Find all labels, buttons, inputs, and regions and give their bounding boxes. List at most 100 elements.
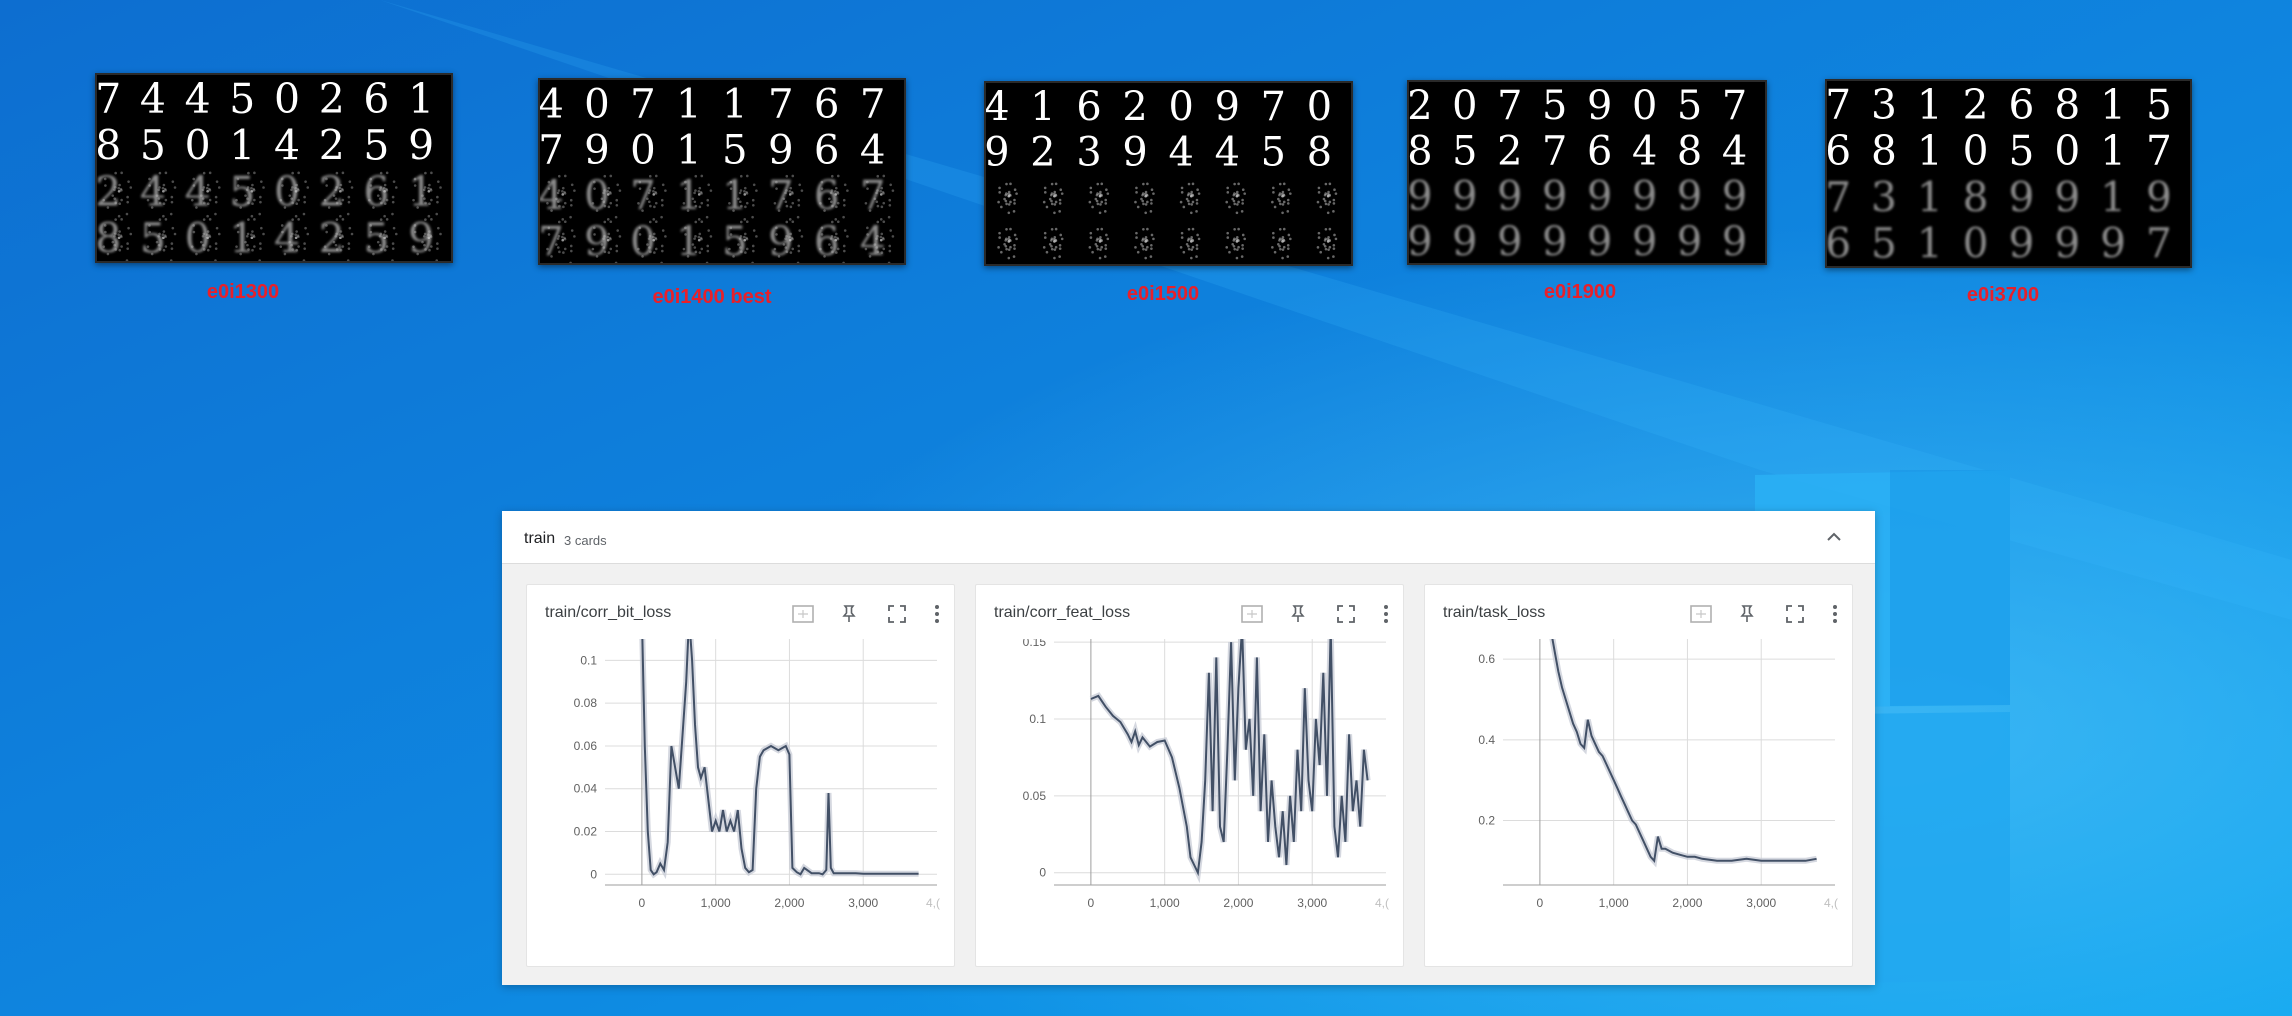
x-tick-label: 4,( bbox=[926, 896, 940, 910]
digit-row: 73189919 bbox=[1827, 173, 2190, 221]
more-vert-icon[interactable] bbox=[924, 601, 950, 627]
y-tick-label: 0.05 bbox=[1023, 789, 1047, 803]
x-tick-label: 3,000 bbox=[848, 896, 878, 910]
pin-icon[interactable] bbox=[1285, 601, 1311, 627]
more-vert-icon[interactable] bbox=[1822, 601, 1848, 627]
digit-row: 73126815 bbox=[1827, 81, 2190, 129]
fit-domain-icon[interactable] bbox=[790, 601, 816, 627]
digit-grid-image: 41620970 92394458 bbox=[984, 81, 1353, 266]
noise-cell bbox=[1134, 227, 1155, 260]
fullscreen-icon[interactable] bbox=[884, 601, 910, 627]
digit-row: 65109997 bbox=[1827, 220, 2190, 266]
x-tick-label: 4,( bbox=[1824, 896, 1838, 910]
digit-row: 24450261 bbox=[97, 168, 451, 216]
smoothed-series-line[interactable] bbox=[1551, 639, 1817, 864]
digit-row: 85014259 bbox=[97, 215, 451, 261]
group-name: train bbox=[524, 530, 556, 547]
noise-cell bbox=[1179, 227, 1201, 260]
noise-cell bbox=[1042, 182, 1064, 215]
y-tick-label: 0.08 bbox=[574, 696, 598, 710]
digit-grid-image: 74450261 85014259 24450261 85014259 bbox=[95, 73, 453, 263]
digit-row: 40711767 bbox=[540, 82, 904, 128]
noise-cell bbox=[1042, 227, 1064, 260]
line-chart[interactable]: 0 0.02 0.04 0.06 0.08 0.1 0 1,000 2,000 3,000 4,( bbox=[527, 639, 954, 959]
snapshot-caption: e0i1400 best bbox=[652, 286, 772, 308]
scalar-card-corr-bit-loss: train/corr_bit_loss 0 0.02 0.04 0.06 0.08 0.1… bbox=[526, 584, 955, 967]
scalar-card-task-loss: train/task_loss 0.2 0.4 0.6 0 1,000 2,000 3,00… bbox=[1424, 584, 1853, 967]
raw-series-line bbox=[1549, 639, 1818, 868]
x-tick-label: 2,000 bbox=[1672, 896, 1702, 910]
digit-row: 85014259 bbox=[97, 122, 451, 170]
y-tick-label: 0.1 bbox=[1029, 712, 1046, 726]
fullscreen-icon[interactable] bbox=[1333, 601, 1359, 627]
noise-cell bbox=[1316, 182, 1338, 215]
pin-icon[interactable] bbox=[836, 601, 862, 627]
x-tick-label: 3,000 bbox=[1297, 896, 1327, 910]
noise-cell bbox=[1225, 227, 1247, 260]
tensorboard-scalars-panel: train 3 cards train/corr_bit_loss 0 0.02 0… bbox=[502, 511, 1875, 985]
x-tick-label: 1,000 bbox=[701, 896, 731, 910]
x-tick-label: 0 bbox=[1088, 896, 1095, 910]
digit-grid-image: 20759057 85276484 99999999 99999999 bbox=[1407, 80, 1767, 265]
x-tick-label: 1,000 bbox=[1599, 896, 1629, 910]
y-tick-label: 0.15 bbox=[1023, 639, 1047, 649]
fit-domain-icon[interactable] bbox=[1239, 601, 1265, 627]
noise-cell bbox=[1316, 227, 1338, 260]
digit-row: 41620970 bbox=[986, 84, 1351, 130]
line-chart[interactable]: 0.2 0.4 0.6 0 1,000 2,000 3,000 4,( bbox=[1425, 639, 1852, 959]
card-title: train/corr_feat_loss bbox=[994, 604, 1131, 621]
snapshot-caption: e0i3700 bbox=[1966, 284, 2040, 306]
snapshot-caption: e0i1500 bbox=[1126, 283, 1200, 305]
card-toolbar bbox=[1688, 601, 1838, 627]
line-chart[interactable]: 0 0.05 0.1 0.15 0 1,000 2,000 3,000 4,( bbox=[976, 639, 1403, 959]
more-vert-icon[interactable] bbox=[1373, 601, 1399, 627]
digit-row: 40711767 bbox=[540, 173, 904, 219]
x-tick-label: 0 bbox=[639, 896, 646, 910]
card-title: train/task_loss bbox=[1443, 604, 1546, 621]
digit-row: 99999999 bbox=[1409, 219, 1765, 263]
x-tick-label: 3,000 bbox=[1746, 896, 1776, 910]
y-tick-label: 0.4 bbox=[1478, 733, 1495, 747]
noise-cell bbox=[997, 227, 1018, 260]
y-tick-label: 0 bbox=[1039, 866, 1046, 880]
card-title: train/corr_bit_loss bbox=[545, 604, 672, 621]
digit-row: 85276484 bbox=[1409, 128, 1765, 174]
snapshot-caption: e0i1900 bbox=[1543, 281, 1617, 303]
x-tick-label: 4,( bbox=[1375, 896, 1389, 910]
y-tick-label: 0.6 bbox=[1478, 652, 1495, 666]
digit-row: 20759057 bbox=[1409, 83, 1765, 129]
y-tick-label: 0.06 bbox=[574, 739, 598, 753]
card-count: 3 cards bbox=[564, 533, 607, 548]
digit-row: 74450261 bbox=[97, 75, 451, 123]
digit-row: 68105017 bbox=[1827, 127, 2190, 175]
noise-cell bbox=[1088, 227, 1110, 260]
card-group-header[interactable]: train 3 cards bbox=[502, 511, 1875, 564]
digit-grid-image: 73126815 68105017 73189919 65109997 bbox=[1825, 79, 2192, 268]
noise-cell bbox=[1225, 182, 1247, 215]
digit-row: 92394458 bbox=[986, 129, 1351, 175]
noise-cell bbox=[1271, 227, 1292, 260]
noise-cell bbox=[1271, 182, 1292, 215]
y-tick-label: 0 bbox=[590, 867, 597, 881]
raw-series-line bbox=[639, 639, 919, 880]
card-toolbar bbox=[790, 601, 940, 627]
noise-cell bbox=[1134, 182, 1155, 215]
y-tick-label: 0.2 bbox=[1478, 813, 1495, 827]
noise-cell bbox=[1179, 182, 1201, 215]
digit-row: 99999999 bbox=[1409, 174, 1765, 220]
fullscreen-icon[interactable] bbox=[1782, 601, 1808, 627]
pin-icon[interactable] bbox=[1734, 601, 1760, 627]
digit-grid-image: 40711767 79015964 40711767 79015964 bbox=[538, 78, 906, 265]
chevron-up-icon[interactable] bbox=[1822, 525, 1846, 549]
x-tick-label: 2,000 bbox=[1223, 896, 1253, 910]
digit-row: 79015964 bbox=[540, 219, 904, 263]
x-tick-label: 1,000 bbox=[1150, 896, 1180, 910]
x-tick-label: 2,000 bbox=[774, 896, 804, 910]
y-tick-label: 0.1 bbox=[580, 653, 597, 667]
scalar-card-corr-feat-loss: train/corr_feat_loss 0 0.05 0.1 0.15 0 1,000 2… bbox=[975, 584, 1404, 967]
x-tick-label: 0 bbox=[1537, 896, 1544, 910]
noise-cell bbox=[997, 182, 1018, 215]
fit-domain-icon[interactable] bbox=[1688, 601, 1714, 627]
y-tick-label: 0.04 bbox=[574, 782, 598, 796]
noise-cell bbox=[1088, 182, 1110, 215]
